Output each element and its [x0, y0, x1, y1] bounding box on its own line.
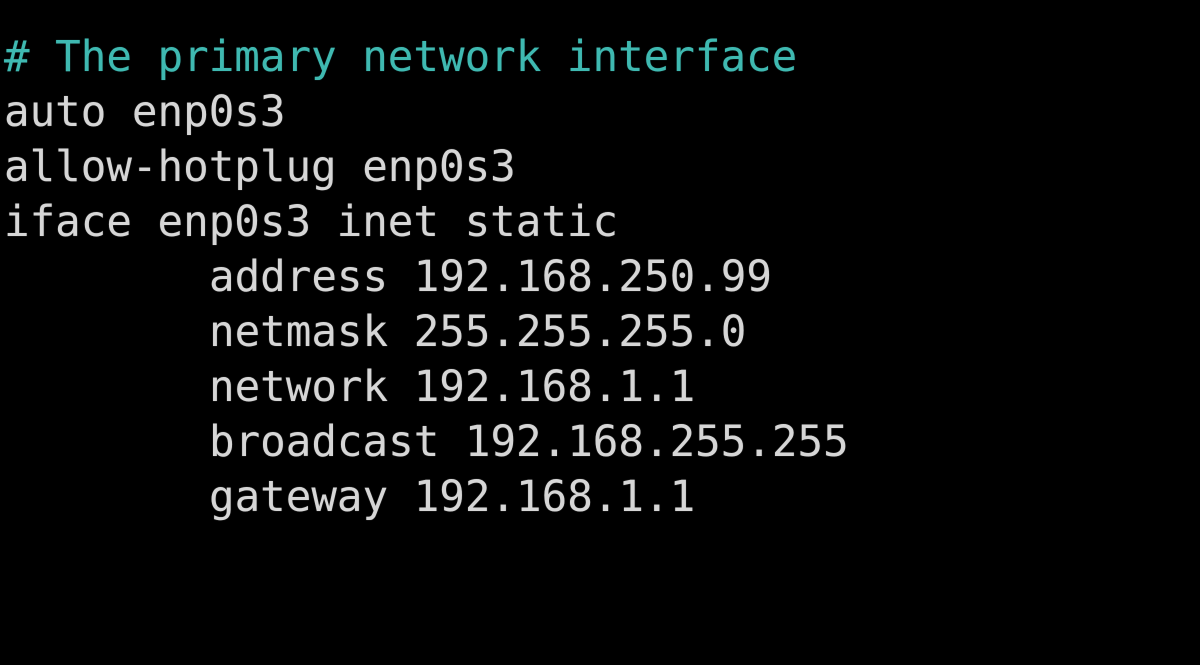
- network-option-line: network 192.168.1.1: [209, 363, 696, 412]
- broadcast-option-line: broadcast 192.168.255.255: [209, 418, 849, 467]
- gateway-option-line: gateway 192.168.1.1: [209, 473, 696, 522]
- iface-directive-line: iface enp0s3 inet static: [4, 198, 619, 247]
- allow-hotplug-directive-line: allow-hotplug enp0s3: [4, 143, 516, 192]
- netmask-option-line: netmask 255.255.255.0: [209, 308, 747, 357]
- address-option-line: address 192.168.250.99: [209, 253, 772, 302]
- auto-directive-line: auto enp0s3: [4, 88, 286, 137]
- terminal-editor-view[interactable]: # The primary network interface auto enp…: [0, 0, 1200, 665]
- comment-line: # The primary network interface: [4, 33, 798, 82]
